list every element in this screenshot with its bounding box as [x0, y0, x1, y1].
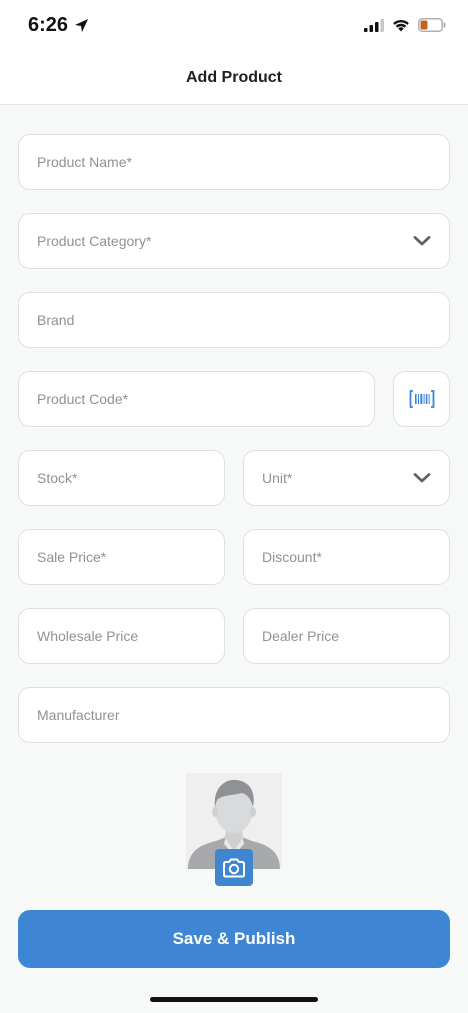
wifi-icon [393, 19, 409, 32]
product-category-select[interactable]: Product Category* [18, 213, 450, 269]
wholesale-price-input[interactable]: Wholesale Price [18, 608, 225, 664]
brand-input[interactable]: Brand [18, 292, 450, 348]
discount-placeholder: Discount* [262, 549, 322, 565]
location-arrow-icon [74, 18, 89, 33]
unit-select[interactable]: Unit* [243, 450, 450, 506]
sale-price-placeholder: Sale Price* [37, 549, 107, 565]
save-publish-button[interactable]: Save & Publish [18, 910, 450, 968]
chevron-down-icon [413, 236, 431, 246]
manufacturer-placeholder: Manufacturer [37, 707, 120, 723]
stock-input[interactable]: Stock* [18, 450, 225, 506]
status-icons [364, 18, 446, 32]
stock-placeholder: Stock* [37, 470, 78, 486]
status-time: 6:26 [28, 14, 89, 37]
sale-price-input[interactable]: Sale Price* [18, 529, 225, 585]
discount-input[interactable]: Discount* [243, 529, 450, 585]
home-indicator [150, 997, 318, 1002]
page-title: Add Product [186, 69, 282, 86]
dealer-price-placeholder: Dealer Price [262, 628, 340, 644]
product-code-input[interactable]: Product Code* [18, 371, 375, 427]
cellular-signal-icon [364, 18, 384, 32]
wholesale-price-placeholder: Wholesale Price [37, 628, 139, 644]
battery-icon [418, 18, 446, 32]
product-name-placeholder: Product Name* [37, 154, 132, 170]
product-code-placeholder: Product Code* [37, 391, 129, 407]
brand-placeholder: Brand [37, 312, 75, 328]
status-bar: 6:26 [0, 0, 468, 56]
barcode-scan-button[interactable] [393, 371, 450, 427]
camera-button[interactable] [215, 849, 253, 886]
dealer-price-input[interactable]: Dealer Price [243, 608, 450, 664]
chevron-down-icon [413, 473, 431, 483]
camera-icon [223, 858, 245, 877]
unit-placeholder: Unit* [262, 470, 293, 486]
product-name-input[interactable]: Product Name* [18, 134, 450, 190]
barcode-scan-icon [409, 390, 434, 408]
nav-header: Add Product [0, 56, 468, 105]
manufacturer-input[interactable]: Manufacturer [18, 687, 450, 743]
product-category-placeholder: Product Category* [37, 233, 152, 249]
